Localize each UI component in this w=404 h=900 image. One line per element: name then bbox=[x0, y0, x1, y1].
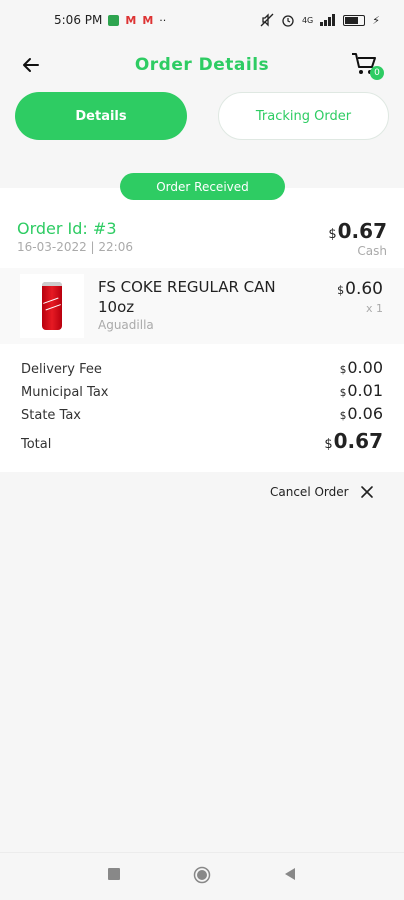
status-bar: 5:06 PM M M ·· 4G ⚡ bbox=[0, 0, 404, 40]
item-name: FS COKE REGULAR CAN 10oz bbox=[98, 278, 276, 316]
cart-count-badge: 0 bbox=[370, 66, 384, 80]
order-status-badge: Order Received bbox=[120, 173, 285, 200]
recents-icon[interactable] bbox=[107, 867, 121, 881]
home-icon[interactable] bbox=[193, 866, 211, 884]
more-dots-icon: ·· bbox=[159, 13, 167, 27]
total-amount: 0.67 bbox=[333, 429, 383, 453]
back-nav-icon[interactable] bbox=[283, 867, 297, 881]
order-date: 16-03-2022 | 22:06 bbox=[17, 240, 133, 254]
fee-amount: 0.00 bbox=[347, 358, 383, 377]
mute-icon bbox=[260, 13, 274, 27]
close-icon bbox=[360, 486, 373, 498]
signal-label: 4G bbox=[301, 15, 314, 25]
app-header: Order Details 0 bbox=[0, 40, 404, 90]
item-price-value: 0.60 bbox=[345, 279, 383, 299]
fee-amount: 0.01 bbox=[347, 381, 383, 400]
currency-symbol: $ bbox=[328, 227, 337, 242]
order-tabs: Details Tracking Order bbox=[15, 92, 389, 140]
fee-value: $0.06 bbox=[340, 404, 383, 423]
alarm-icon bbox=[282, 15, 294, 27]
order-id: Order Id: #3 bbox=[17, 219, 117, 238]
fee-amount: 0.06 bbox=[347, 404, 383, 423]
battery-icon bbox=[343, 14, 366, 26]
tab-details[interactable]: Details bbox=[15, 92, 187, 140]
total-row: Total $0.67 bbox=[21, 429, 383, 453]
item-price: $0.60 bbox=[337, 279, 383, 299]
item-image bbox=[20, 274, 84, 338]
fee-row-municipal-tax: Municipal Tax $0.01 bbox=[21, 381, 383, 400]
fee-row-state-tax: State Tax $0.06 bbox=[21, 404, 383, 423]
whatsapp-icon bbox=[108, 14, 120, 26]
system-nav-bar bbox=[0, 852, 404, 900]
charging-icon: ⚡ bbox=[372, 13, 380, 27]
order-total-value: 0.67 bbox=[337, 219, 387, 243]
payment-method: Cash bbox=[357, 244, 387, 258]
currency-symbol: $ bbox=[339, 364, 347, 376]
tab-tracking-order[interactable]: Tracking Order bbox=[218, 92, 389, 140]
page-title: Order Details bbox=[134, 55, 270, 75]
currency-symbol: $ bbox=[324, 437, 333, 452]
currency-symbol: $ bbox=[337, 284, 345, 297]
status-right-icons: 4G ⚡ bbox=[260, 13, 380, 27]
fee-value: $0.01 bbox=[340, 381, 383, 400]
cart-button[interactable]: 0 bbox=[350, 50, 384, 80]
currency-symbol: $ bbox=[339, 387, 347, 399]
total-value: $0.67 bbox=[324, 429, 383, 453]
status-time: 5:06 PM bbox=[54, 13, 103, 27]
gmail-icon: M bbox=[142, 13, 154, 27]
signal-icon bbox=[320, 14, 336, 26]
fee-value: $0.00 bbox=[340, 358, 383, 377]
item-store: Aguadilla bbox=[98, 318, 154, 332]
total-label: Total bbox=[21, 437, 52, 452]
coke-can-icon bbox=[42, 282, 62, 330]
fee-row-delivery: Delivery Fee $0.00 bbox=[21, 358, 383, 377]
cancel-order-label: Cancel Order bbox=[270, 485, 349, 499]
item-quantity: x 1 bbox=[365, 302, 383, 315]
currency-symbol: $ bbox=[339, 410, 347, 422]
cancel-order-button[interactable]: Cancel Order bbox=[270, 484, 375, 500]
back-arrow-icon[interactable] bbox=[18, 52, 44, 78]
fee-label: State Tax bbox=[21, 408, 81, 423]
fee-label: Municipal Tax bbox=[21, 385, 109, 400]
order-total: $0.67 bbox=[328, 219, 387, 243]
fee-label: Delivery Fee bbox=[21, 362, 102, 377]
gmail-icon: M bbox=[125, 13, 137, 27]
